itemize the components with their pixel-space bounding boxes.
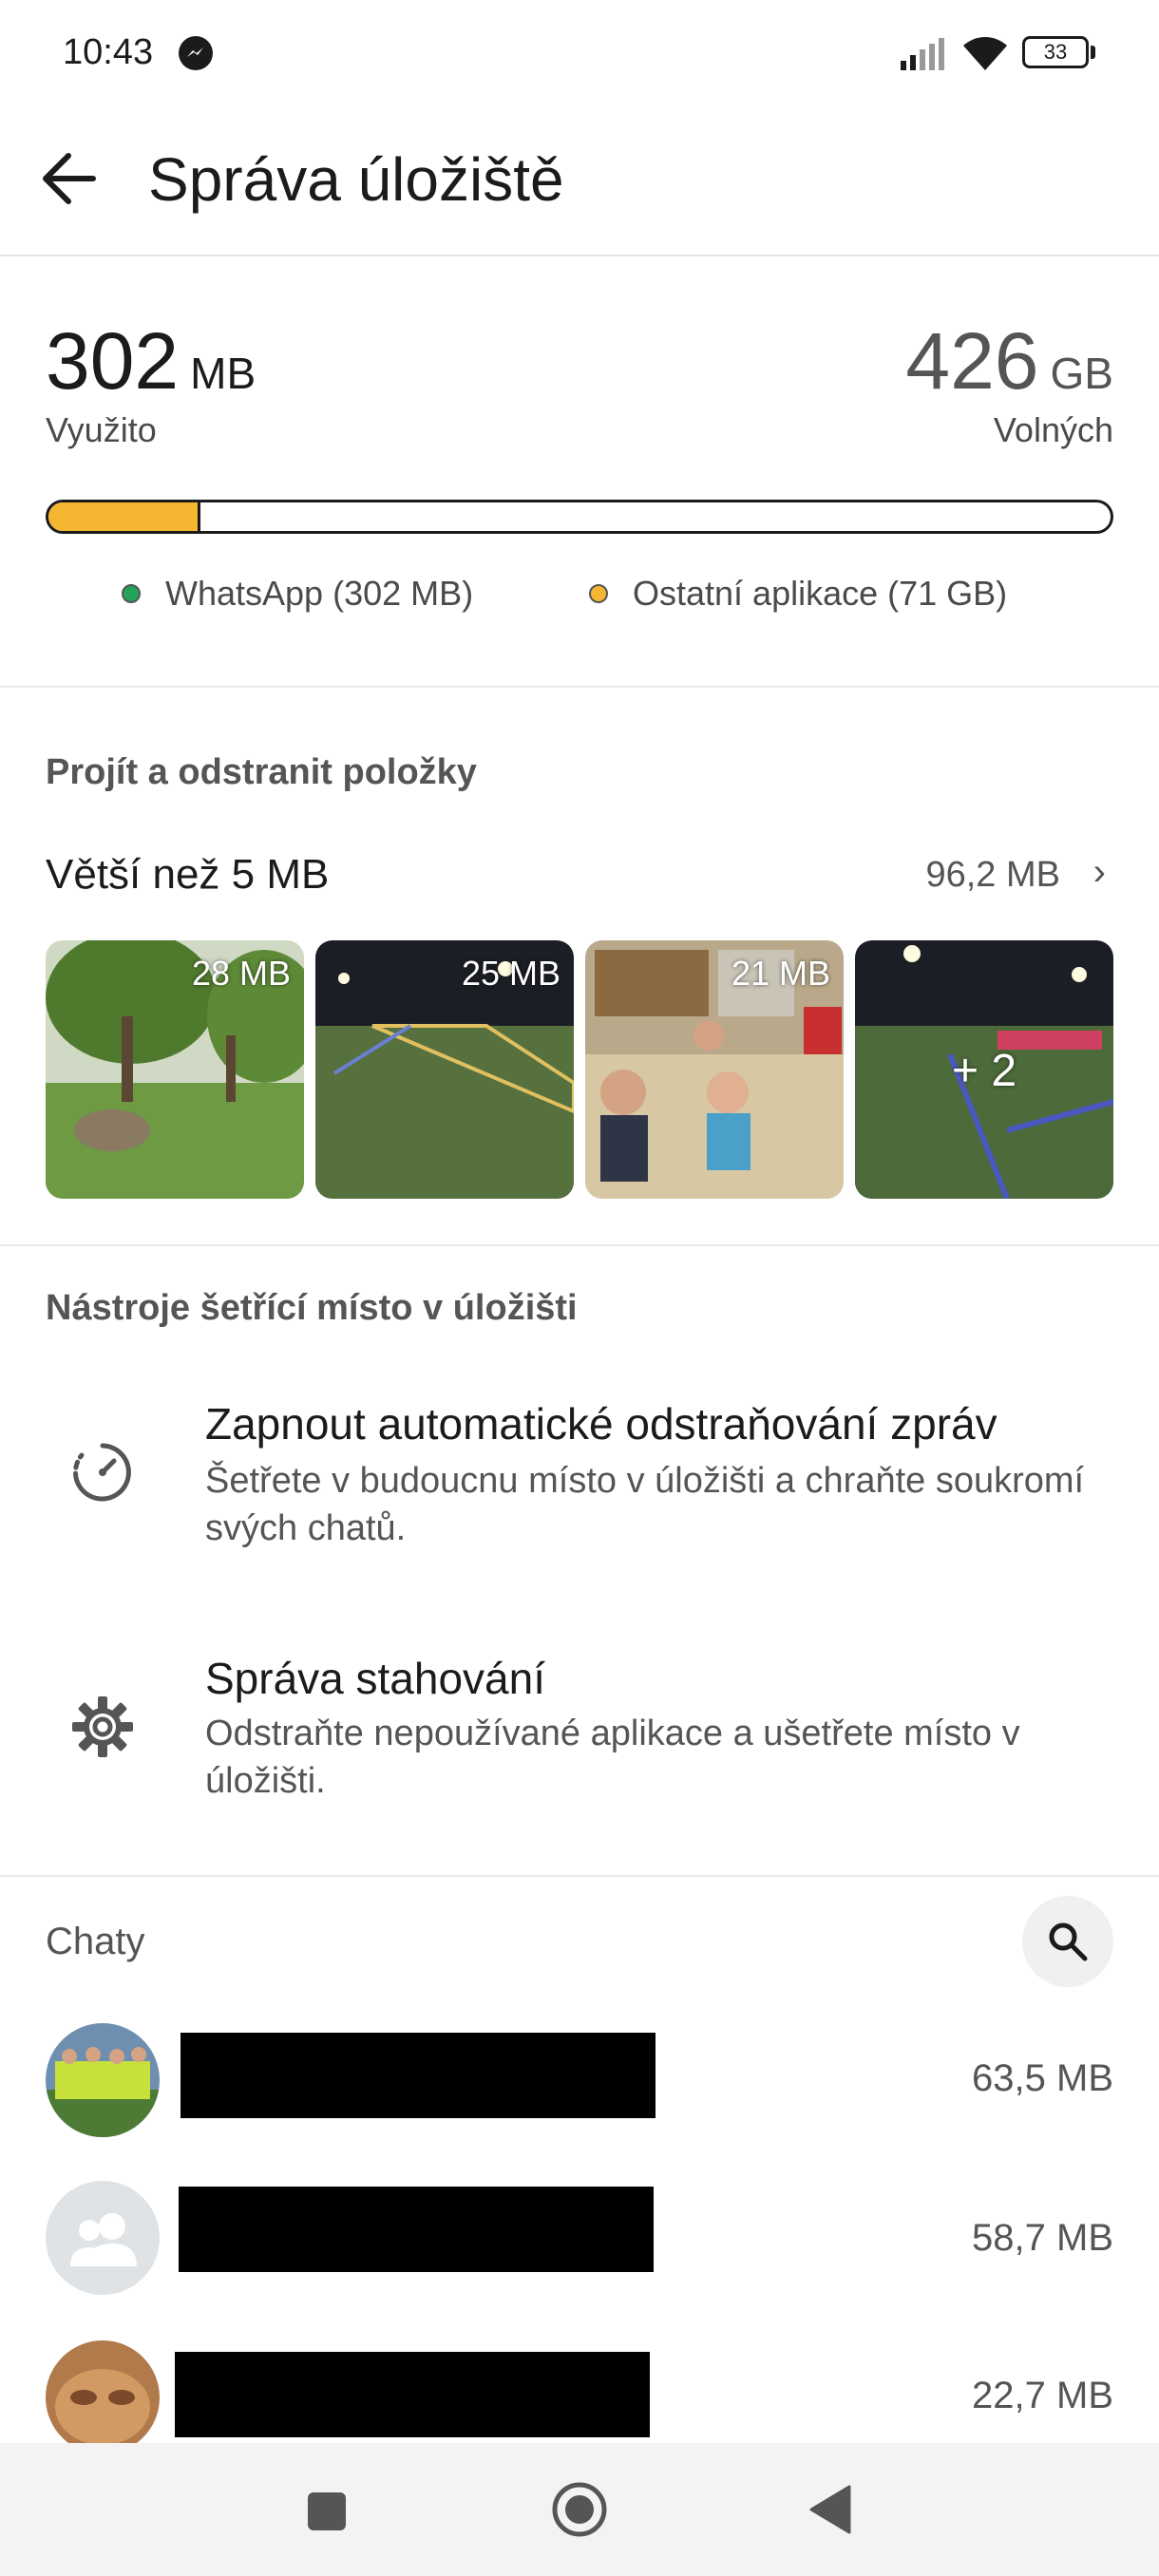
chat-size: 58,7 MB — [972, 2217, 1113, 2259]
thumbnail-classroom[interactable]: 21 MB — [585, 940, 844, 1199]
nav-back-icon[interactable] — [809, 2485, 851, 2539]
search-icon — [1049, 1923, 1088, 1961]
wifi-icon — [960, 32, 1011, 77]
battery-icon: 33 — [1022, 36, 1089, 68]
storage-bar — [46, 500, 1113, 534]
used-value: 302 — [46, 316, 180, 406]
header-divider — [0, 255, 1159, 256]
manage-downloads-title[interactable]: Správa stahování — [205, 1653, 545, 1704]
redacted-chat-name — [175, 2352, 650, 2437]
thumbnail-pitch[interactable]: 25 MB — [315, 940, 574, 1199]
battery-tip — [1091, 46, 1095, 59]
free-storage: 426 GB — [905, 315, 1113, 407]
search-button[interactable] — [1022, 1896, 1113, 1987]
home-icon[interactable] — [551, 2481, 608, 2543]
chevron-right-icon[interactable]: › — [1093, 851, 1106, 894]
used-storage: 302 MB — [46, 315, 256, 407]
legend-dot-other — [589, 584, 608, 603]
review-heading: Projít a odstranit položky — [46, 752, 477, 792]
avatar[interactable] — [46, 2340, 160, 2454]
section-divider — [0, 686, 1159, 688]
status-time: 10:43 — [63, 32, 154, 72]
storage-bar-fill — [48, 502, 200, 531]
larger-than-label[interactable]: Větší než 5 MB — [46, 851, 329, 899]
legend-dot-whatsapp — [122, 584, 141, 603]
manage-downloads-subtitle: Odstraňte nepoužívané aplikace a ušetřet… — [205, 1714, 1020, 1801]
thumbnail-size: 25 MB — [461, 954, 560, 993]
thumbnail-size: 21 MB — [731, 954, 830, 993]
legend-other-apps: Ostatní aplikace (71 GB) — [589, 574, 1007, 614]
thumbnail-size: 28 MB — [191, 954, 291, 993]
used-label: Využito — [46, 410, 157, 449]
auto-delete-title[interactable]: Zapnout automatické odstraňování zpráv — [205, 1398, 998, 1449]
timer-icon — [70, 1440, 135, 1509]
back-arrow-icon[interactable] — [40, 152, 97, 210]
page-title: Správa úložiště — [148, 145, 564, 214]
auto-delete-subtitle: Šetřete v budoucnu místo v úložišti a ch… — [205, 1461, 1085, 1548]
chat-size: 22,7 MB — [972, 2375, 1113, 2416]
legend-label: Ostatní aplikace (71 GB) — [633, 574, 1008, 613]
signal-icon — [901, 38, 950, 75]
section-divider — [0, 1244, 1159, 1246]
redacted-chat-name — [180, 2033, 656, 2118]
avatar[interactable] — [46, 2023, 160, 2137]
recents-icon[interactable] — [308, 2492, 346, 2530]
larger-than-size[interactable]: 96,2 MB — [925, 855, 1060, 896]
free-label: Volných — [993, 410, 1113, 449]
used-unit: MB — [190, 349, 256, 398]
free-value: 426 — [905, 316, 1039, 406]
thumbnail-sports-field[interactable]: + 2 — [855, 940, 1113, 1199]
section-divider — [0, 1875, 1159, 1877]
tools-heading: Nástroje šetřící místo v úložišti — [46, 1288, 578, 1328]
chats-heading: Chaty — [46, 1921, 145, 1962]
group-icon[interactable] — [46, 2181, 160, 2295]
free-unit: GB — [1050, 349, 1113, 398]
legend-label: WhatsApp (302 MB) — [165, 574, 474, 613]
legend-whatsapp: WhatsApp (302 MB) — [122, 574, 473, 614]
messenger-icon — [179, 36, 213, 70]
more-thumbnails-count: + 2 — [951, 1046, 1017, 1096]
thumbnail-park[interactable]: 28 MB — [46, 940, 304, 1199]
chat-size: 63,5 MB — [972, 2057, 1113, 2099]
redacted-chat-name — [179, 2187, 654, 2272]
gear-icon — [70, 1695, 135, 1764]
